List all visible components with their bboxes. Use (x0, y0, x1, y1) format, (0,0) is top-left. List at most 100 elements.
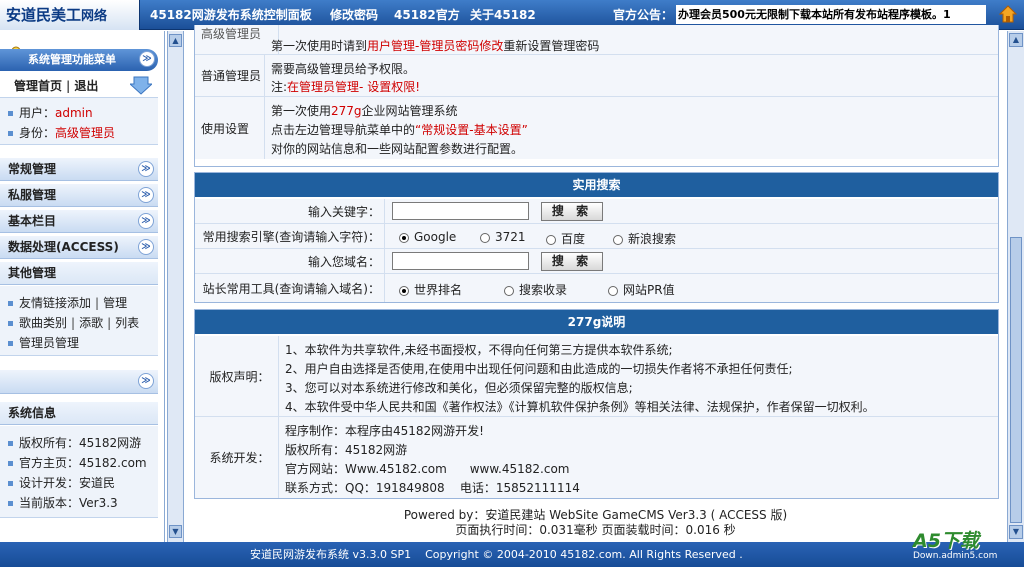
table-row: 高级管理员 第一次使用时请到用户管理-管理员密码修改重新设置管理密码 (195, 25, 998, 55)
row-text: 需要高级管理员给予权限。 (271, 62, 416, 76)
panel-title: 277g说明 (195, 310, 998, 334)
table-row: 输入您域名： 搜 索 (195, 249, 998, 274)
scroll-up-icon[interactable]: ▲ (169, 34, 182, 47)
tool-pagerank-option[interactable]: 网站PR值 (608, 281, 675, 298)
copyright-line: 1、本软件为共享软件,未经书面授权，不得向任何第三方提供本软件系统; (285, 343, 673, 357)
admin-manage[interactable]: 管理员管理 (19, 336, 79, 350)
keyword-input[interactable] (392, 202, 529, 220)
role-value: 高级管理员 (55, 126, 116, 140)
user-value: admin (55, 106, 93, 120)
radio-icon[interactable] (613, 234, 623, 245)
song-list[interactable]: 列表 (115, 316, 139, 330)
sidebar-category-basic-columns[interactable]: 基本栏目 ≫ (0, 210, 158, 233)
sidebar-category-data-processing[interactable]: 数据处理(ACCESS) ≫ (0, 236, 158, 259)
sysinfo-version: 当前版本：Ver3.3 (8, 494, 118, 511)
main-scrollbar[interactable]: ▲ ▼ (1007, 31, 1024, 542)
engine-label: 常用搜索引擎(查询请输入字符)： (195, 224, 385, 248)
domain-input[interactable] (392, 252, 529, 270)
list-item: 管理员管理 (8, 334, 79, 351)
domain-label: 输入您域名： (195, 249, 385, 273)
dev-line: 版权所有：45182网游 (285, 443, 408, 457)
expand-icon[interactable]: ≫ (138, 187, 154, 203)
dev-label: 系统开发： (195, 417, 279, 498)
row-text: 第一次使用277g企业网站管理系统 (271, 104, 458, 118)
sidebar-menu-title: 系统管理功能菜单 ≫ (0, 49, 158, 71)
powered-by: Powered by：安道民建站 WebSite GameCMS Ver3.3 … (403, 508, 788, 522)
radio-icon[interactable] (546, 234, 556, 245)
home-icon[interactable] (999, 5, 1017, 23)
sysinfo-designer: 设计开发：安道民 (8, 474, 115, 491)
logout-link[interactable]: 退出 (74, 79, 98, 93)
user-line: 用户：admin (8, 104, 93, 121)
sidebar-sysinfo-title: 系统信息 (0, 402, 158, 425)
tools-label: 站长常用工具(查询请输入域名)： (195, 274, 385, 302)
about-panel: 277g说明 版权声明： 1、本软件为共享软件,未经书面授权，不得向任何第三方提… (194, 309, 999, 499)
sidebar-empty-category[interactable]: ≫ (0, 370, 158, 394)
radio-icon[interactable] (608, 285, 618, 296)
copyright-text: 安道民网游发布系统 v3.3.0 SP1 Copyright © 2004-20… (250, 548, 743, 561)
table-row: 版权声明： 1、本软件为共享软件,未经书面授权，不得向任何第三方提供本软件系统;… (195, 336, 998, 417)
row-label: 高级管理员 (195, 25, 279, 54)
engine-3721-option[interactable]: 3721 (480, 230, 526, 244)
collapse-icon[interactable]: ≫ (139, 51, 155, 67)
expand-icon[interactable]: ≫ (138, 373, 154, 389)
list-item: 歌曲类别 | 添歌 | 列表 (8, 314, 139, 331)
song-category[interactable]: 歌曲类别 (19, 316, 67, 330)
dev-line: 联系方式：QQ：191849808 电话：15852111114 (285, 481, 580, 495)
bottom-bar: 安道民网游发布系统 v3.3.0 SP1 Copyright © 2004-20… (0, 542, 1024, 567)
basic-settings-link[interactable]: “常规设置-基本设置” (415, 123, 528, 137)
dev-line: 官方网站：Www.45182.com www.45182.com (285, 462, 570, 476)
sidebar-scrollbar[interactable]: ▲ ▼ (167, 31, 184, 542)
sysinfo-homepage: 官方主页：45182.com (8, 454, 147, 471)
scroll-up-icon[interactable]: ▲ (1009, 33, 1023, 47)
radio-icon[interactable] (399, 232, 409, 243)
keyword-search-button[interactable]: 搜 索 (541, 202, 603, 221)
table-row: 普通管理员 需要高级管理员给予权限。 注:在管理员管理- 设置权限! (195, 55, 998, 97)
copyright-line: 3、您可以对本系统进行修改和美化，但必须保留完整的版权信息; (285, 381, 633, 395)
tool-index-option[interactable]: 搜索收录 (504, 281, 567, 298)
copyright-line: 4、本软件受中华人民共和国《著作权法》《计算机软件保护条例》等相关法律、法规保护… (285, 400, 875, 414)
radio-icon[interactable] (504, 285, 514, 296)
help-panel: 高级管理员 第一次使用时请到用户管理-管理员密码修改重新设置管理密码 普通管理员… (194, 25, 999, 167)
domain-search-button[interactable]: 搜 索 (541, 252, 603, 271)
sidebar: 系统管理功能菜单 ≫ 管理首页 | 退出 用户：admin 身份：高级管理员 常规管… (0, 31, 165, 542)
sysinfo-copyright: 版权所有：45182网游 (8, 434, 141, 451)
notice-marquee: 办理会员500元无限制下载本站所有发布站程序模板。1 (676, 5, 986, 24)
sidebar-header-links: 管理首页 | 退出 (14, 79, 99, 93)
row-text: 点击左边管理导航菜单中的“常规设置-基本设置” (271, 123, 528, 137)
list-item: 友情链接添加 | 管理 (8, 294, 127, 311)
scrollbar-thumb[interactable] (1010, 237, 1022, 523)
tool-world-rank-option[interactable]: 世界排名 (399, 281, 462, 298)
search-panel: 实用搜索 输入关键字： 搜 索 常用搜索引擎(查询请输入字符)： Google … (194, 172, 999, 303)
expand-icon[interactable]: ≫ (138, 239, 154, 255)
arrow-down-icon (130, 76, 152, 95)
password-change-link[interactable]: 用户管理-管理员密码修改 (367, 39, 503, 53)
expand-icon[interactable]: ≫ (138, 213, 154, 229)
song-add[interactable]: 添歌 (79, 316, 103, 330)
table-row: 常用搜索引擎(查询请输入字符)： Google 3721 百度 新浪搜索 (195, 224, 998, 249)
radio-icon[interactable] (399, 285, 409, 296)
table-row: 输入关键字： 搜 索 (195, 199, 998, 224)
scroll-down-icon[interactable]: ▼ (169, 525, 182, 538)
radio-icon[interactable] (480, 232, 490, 243)
page-footer: Powered by：安道民建站 WebSite GameCMS Ver3.3 … (184, 508, 1007, 538)
main-content: 高级管理员 第一次使用时请到用户管理-管理员密码修改重新设置管理密码 普通管理员… (184, 25, 1007, 542)
sidebar-category-general[interactable]: 常规管理 ≫ (0, 158, 158, 181)
other-management-list: 友情链接添加 | 管理 歌曲类别 | 添歌 | 列表 管理员管理 (0, 286, 158, 356)
home-link[interactable]: 管理首页 (14, 79, 62, 93)
engine-sina-option[interactable]: 新浪搜索 (613, 230, 676, 247)
table-row: 站长常用工具(查询请输入域名)： 世界排名 搜索收录 网站PR值 (195, 274, 998, 302)
friend-link-manage[interactable]: 管理 (103, 296, 127, 310)
permission-link[interactable]: 在管理员管理- 设置权限! (287, 80, 420, 94)
row-label: 普通管理员 (195, 55, 265, 96)
table-row: 系统开发： 程序制作：本程序由45182网游开发! 版权所有：45182网游 官… (195, 417, 998, 498)
engine-google-option[interactable]: Google (399, 230, 456, 244)
expand-icon[interactable]: ≫ (138, 161, 154, 177)
sidebar-category-private-server[interactable]: 私服管理 ≫ (0, 184, 158, 207)
friend-link-add[interactable]: 友情链接添加 (19, 296, 91, 310)
panel-title: 实用搜索 (195, 173, 998, 197)
row-text: 对你的网站信息和一些网站配置参数进行配置。 (271, 142, 524, 156)
copyright-line: 2、用户自由选择是否使用,在使用中出现任何问题和由此造成的一切损失作者将不承担任… (285, 362, 793, 376)
engine-baidu-option[interactable]: 百度 (546, 230, 585, 247)
user-info-box: 用户：admin 身份：高级管理员 (0, 97, 158, 145)
